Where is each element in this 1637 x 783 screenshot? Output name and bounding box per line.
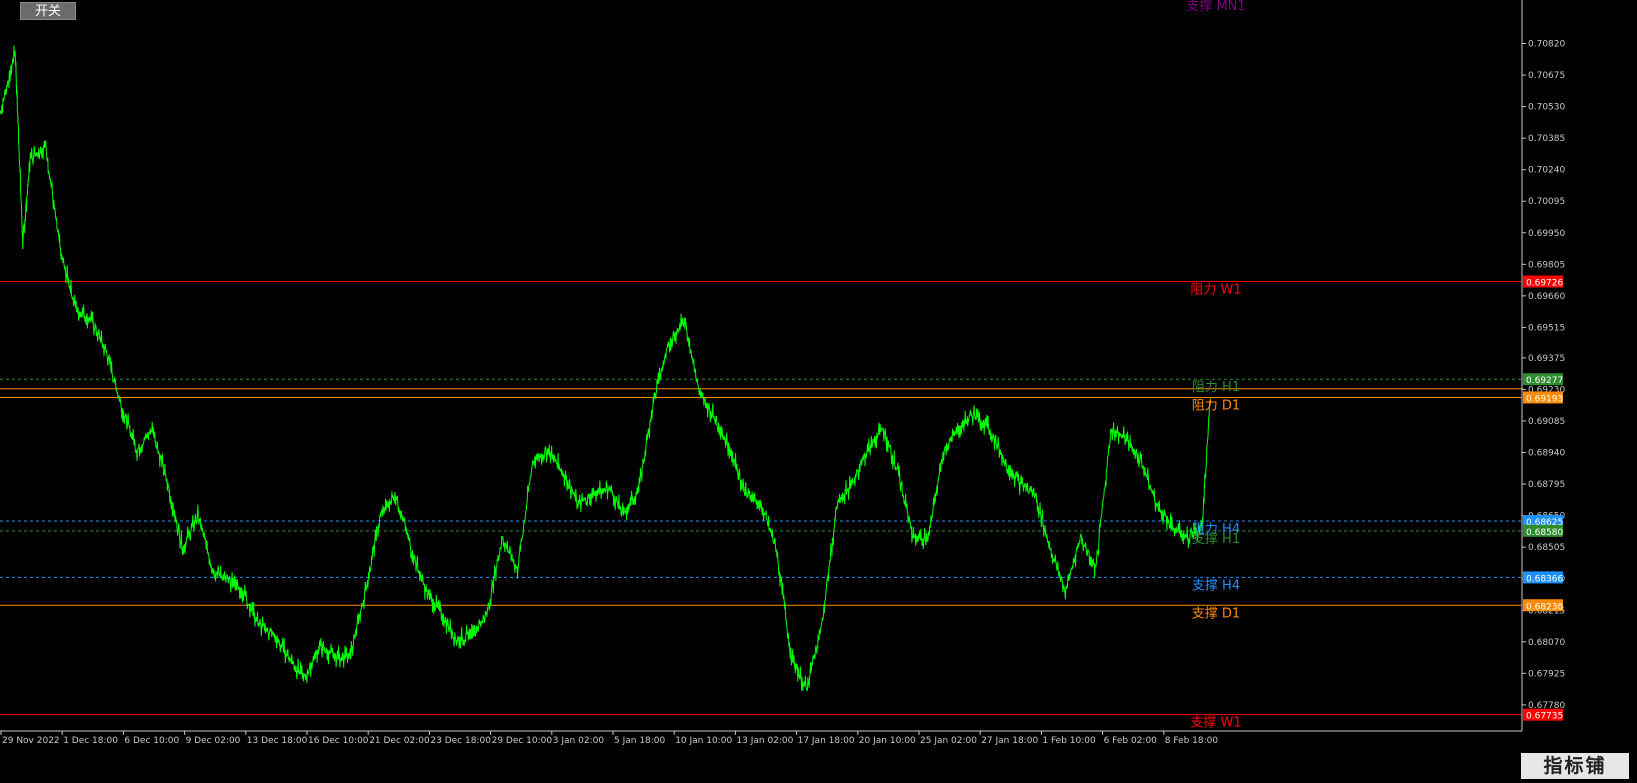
x-tick-label: 27 Jan 18:00 <box>981 736 1038 746</box>
x-tick-label: 13 Dec 18:00 <box>247 736 308 746</box>
level-label-7: 支撑 H4 <box>1192 578 1240 593</box>
price-chart[interactable]: 支撑 MN1阻力 W1阻力 H1阻力 D1阻力 H4支撑 H1支撑 H4支撑 D… <box>0 0 1637 783</box>
price-tag-4: 0.69193 <box>1523 391 1563 404</box>
level-label-6: 支撑 H1 <box>1192 532 1240 547</box>
x-tick-label: 8 Feb 18:00 <box>1165 736 1219 746</box>
y-tick-label: 0.68940 <box>1528 449 1565 459</box>
svg-text:0.69193: 0.69193 <box>1526 394 1563 404</box>
price-tag-2: 0.69277 <box>1523 373 1563 386</box>
watermark-logo: 指标铺 <box>1521 753 1629 779</box>
svg-text:0.68366: 0.68366 <box>1526 574 1563 584</box>
level-label-9: 支撑 W1 <box>1190 716 1241 731</box>
y-tick-label: 0.69805 <box>1528 260 1565 270</box>
chart-background <box>0 0 1637 783</box>
y-tick-label: 0.70675 <box>1528 71 1565 81</box>
y-tick-label: 0.69950 <box>1528 229 1565 239</box>
x-tick-label: 23 Dec 18:00 <box>430 736 491 746</box>
x-tick-label: 6 Dec 10:00 <box>124 736 179 746</box>
y-tick-label: 0.70820 <box>1528 40 1565 50</box>
y-tick-label: 0.70385 <box>1528 134 1565 144</box>
level-label-8: 支撑 D1 <box>1192 606 1240 621</box>
svg-text:0.68580: 0.68580 <box>1526 528 1563 538</box>
x-tick-label: 1 Feb 10:00 <box>1042 736 1096 746</box>
price-tag-8: 0.68238 <box>1523 599 1563 612</box>
y-tick-label: 0.68070 <box>1528 638 1565 648</box>
svg-text:0.67735: 0.67735 <box>1526 712 1563 722</box>
x-tick-label: 13 Jan 02:00 <box>736 736 793 746</box>
level-label-1: 阻力 W1 <box>1190 283 1241 298</box>
level-label-0: 支撑 MN1 <box>1186 0 1245 14</box>
toggle-button[interactable]: 开关 <box>20 2 76 20</box>
y-tick-label: 0.68795 <box>1528 480 1565 490</box>
x-tick-label: 16 Dec 10:00 <box>308 736 369 746</box>
x-tick-label: 6 Feb 02:00 <box>1104 736 1158 746</box>
x-tick-label: 25 Jan 02:00 <box>920 736 977 746</box>
y-tick-label: 0.67925 <box>1528 669 1565 679</box>
price-tag-7: 0.68366 <box>1523 571 1563 584</box>
x-tick-label: 3 Jan 02:00 <box>553 736 605 746</box>
x-tick-label: 1 Dec 18:00 <box>63 736 118 746</box>
x-tick-label: 10 Jan 10:00 <box>675 736 732 746</box>
y-tick-label: 0.69375 <box>1528 354 1565 364</box>
x-tick-label: 9 Dec 02:00 <box>186 736 241 746</box>
x-tick-label: 29 Dec 10:00 <box>492 736 553 746</box>
y-tick-label: 0.69085 <box>1528 417 1565 427</box>
price-tag-6: 0.68580 <box>1523 524 1563 538</box>
x-tick-label: 17 Jan 18:00 <box>798 736 855 746</box>
svg-text:0.69726: 0.69726 <box>1526 279 1563 289</box>
y-tick-label: 0.70240 <box>1528 166 1565 176</box>
x-tick-label: 5 Jan 18:00 <box>614 736 666 746</box>
price-tag-9: 0.67735 <box>1523 708 1563 722</box>
x-tick-label: 29 Nov 2022 <box>2 736 60 746</box>
x-tick-label: 20 Jan 10:00 <box>859 736 916 746</box>
y-tick-label: 0.69515 <box>1528 323 1565 333</box>
y-tick-label: 0.70530 <box>1528 103 1565 113</box>
y-tick-label: 0.70095 <box>1528 197 1565 207</box>
level-label-4: 阻力 D1 <box>1192 398 1240 413</box>
y-tick-label: 0.68505 <box>1528 543 1565 553</box>
y-tick-label: 0.69660 <box>1528 292 1565 302</box>
x-tick-label: 21 Dec 02:00 <box>369 736 430 746</box>
svg-text:0.69277: 0.69277 <box>1526 376 1563 386</box>
price-tag-1: 0.69726 <box>1523 275 1563 289</box>
level-label-2: 阻力 H1 <box>1192 380 1240 395</box>
svg-text:0.68238: 0.68238 <box>1526 602 1563 612</box>
